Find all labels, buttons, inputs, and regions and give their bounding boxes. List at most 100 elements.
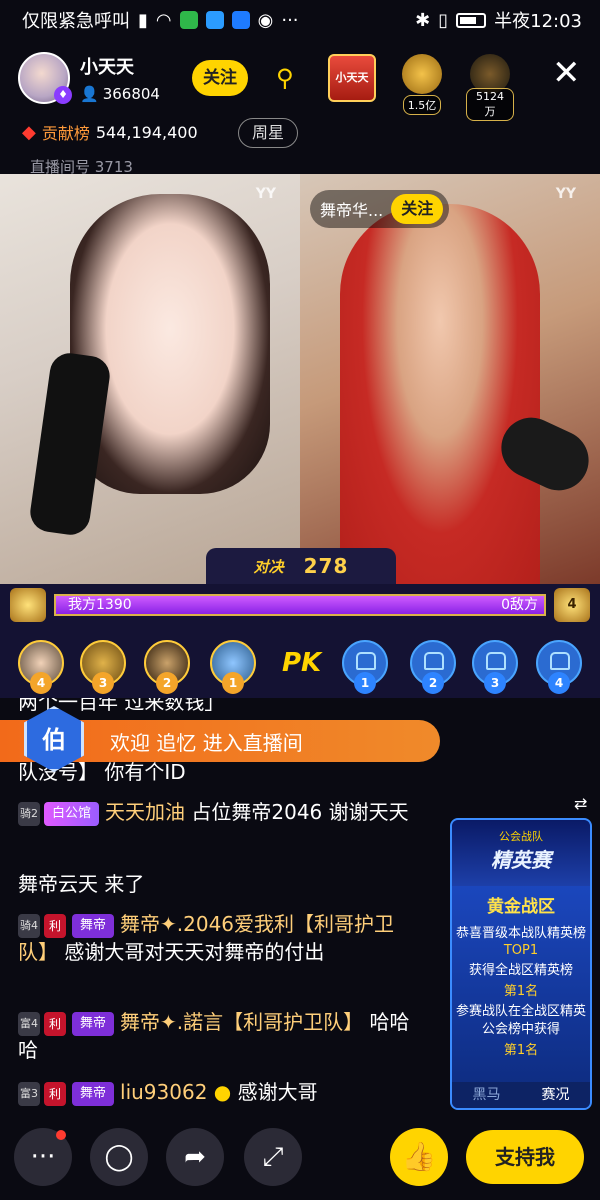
notification-icon: ◉ — [257, 9, 274, 31]
promo-tab-darkhorse[interactable]: 黑马 — [452, 1082, 521, 1108]
status-left: 仅限紧急呼叫 ▮ ◠ ◉ ··· — [22, 7, 299, 33]
enemy-seat-2[interactable]: 2 — [410, 640, 456, 694]
support-button[interactable]: 支持我 — [466, 1130, 584, 1184]
signal-icon: ▮ — [138, 9, 148, 31]
bluetooth-icon: ✱ — [415, 9, 431, 31]
bottom-bar: ··· ◯ ➦ ⤢ 👍 支持我 — [0, 1124, 600, 1190]
empty-seat-icon — [486, 652, 506, 670]
diamond-icon: ◆ — [22, 121, 36, 143]
share-button[interactable]: ➦ — [166, 1128, 224, 1186]
watermark-left: YY — [255, 186, 276, 202]
promo-line-1: 恭喜晋级本战队精英榜 — [455, 926, 586, 941]
elite-contest-card[interactable]: 公会战队 精英赛 黄金战区 恭喜晋级本战队精英榜 TOP1 获得全战区精英榜 第… — [450, 818, 592, 1110]
microphone — [27, 350, 113, 538]
contribution-rank[interactable]: ◆ 贡献榜 544,194,400 — [22, 120, 198, 144]
fan-club-tag: 舞帝 — [72, 913, 115, 938]
fan-club-tag: 舞帝 — [72, 1011, 115, 1036]
clock: 半夜12:03 — [494, 11, 582, 32]
battery-icon — [456, 12, 487, 28]
chat-message: 两个一百年 过来数钱」 — [18, 698, 225, 714]
host-avatar[interactable]: ♦ — [18, 52, 72, 104]
our-seat-1[interactable]: 4 — [18, 640, 64, 694]
fan-club-tag: 舞帝 — [72, 1081, 115, 1106]
wifi-icon: ◠ — [155, 9, 172, 31]
enemy-seat-3[interactable]: 3 — [472, 640, 518, 694]
host-fans: 👤 366804 — [80, 85, 160, 103]
empty-seat-icon — [550, 652, 570, 670]
thumbs-up-icon: 👍 — [401, 1140, 437, 1173]
promo-gold-3: 第1名 — [503, 1043, 539, 1058]
host-medal[interactable]: 小天天 — [328, 54, 376, 102]
fullscreen-button[interactable]: ⤢ — [244, 1128, 302, 1186]
top-gift-2-label: 5124万 — [466, 88, 514, 121]
host-name: 小天天 — [80, 57, 134, 78]
chat-button[interactable]: ◯ — [90, 1128, 148, 1186]
chat-bubble-icon: ◯ — [104, 1142, 134, 1172]
link-mic-icon[interactable]: ⚲ — [276, 64, 312, 94]
our-seat-3[interactable]: 2 — [144, 640, 190, 694]
their-score: 0敌方 — [501, 597, 538, 613]
host-video[interactable]: YY — [0, 174, 300, 584]
empty-seat-icon — [356, 652, 376, 670]
enemy-seat-1[interactable]: 1 — [342, 640, 388, 694]
enemy-team-emblem-icon: 4 — [554, 588, 590, 622]
chat-nick[interactable]: 舞帝✦.諾言【利哥护卫队】 — [120, 1010, 363, 1034]
rank-label: 贡献榜 — [41, 124, 90, 143]
chat-nick[interactable]: 天天加油 — [105, 800, 185, 824]
host-card[interactable]: ♦ 小天天 👤 366804 — [18, 52, 160, 104]
person-icon: 👤 — [80, 85, 99, 103]
level-badge: 富4 — [18, 1011, 40, 1036]
promo-gold-2: 第1名 — [503, 984, 539, 999]
promo-line-3: 参赛战队在全战区精英公会榜中获得 — [455, 1004, 586, 1037]
wechat-icon — [179, 11, 198, 29]
guest-video[interactable]: YY — [300, 174, 600, 584]
follow-button[interactable]: 关注 — [192, 60, 248, 96]
week-star-button[interactable]: 周星 — [238, 118, 298, 148]
our-seat-4[interactable]: 1 — [210, 640, 256, 694]
expand-icon: ⤢ — [262, 1142, 284, 1172]
pk-panel: 我方1390 0敌方 4 4 3 2 1 PK 1 2 3 4 — [0, 584, 600, 698]
fire-badge-icon: 利 — [44, 1011, 66, 1036]
guest-follow-button[interactable]: 关注 — [391, 194, 444, 224]
status-right: ✱ ▯ 半夜12:03 — [415, 7, 582, 33]
our-seat-2[interactable]: 3 — [80, 640, 126, 694]
gold-crown-icon — [402, 54, 442, 94]
promo-header: 公会战队 精英赛 — [452, 820, 590, 886]
fire-badge-icon: 利 — [44, 913, 66, 938]
verified-badge-icon: ♦ — [54, 86, 72, 104]
pk-logo: 对决 — [253, 557, 284, 576]
promo-zone: 黄金战区 — [487, 897, 555, 917]
empty-seat-icon — [424, 652, 444, 670]
shuffle-icon[interactable]: ⇄ — [574, 794, 587, 813]
level-badge: 富3 — [18, 1081, 40, 1106]
notification-dot — [56, 1130, 66, 1140]
fire-badge-icon: 利 — [44, 1081, 66, 1106]
top-gift-2[interactable]: 5124万 — [466, 54, 514, 121]
promo-line-2: 获得全战区精英榜 — [468, 963, 573, 978]
chat-message: 富3 利舞帝 liu93062 ● 感谢大哥 — [18, 1080, 318, 1106]
pk-timer: 对决 278 — [206, 548, 396, 584]
guest-pill[interactable]: 舞帝华... 关注 — [310, 190, 450, 228]
our-team-emblem-icon — [10, 588, 46, 622]
welcome-text: 欢迎 追忆 进入直播间 — [110, 730, 303, 755]
chat-message: 骑4 利舞帝 舞帝✦.2046爱我利【利哥护卫队】 感谢大哥对天天对舞帝的付出 — [18, 912, 395, 964]
like-button[interactable]: 👍 — [390, 1128, 448, 1186]
app-icon-2 — [231, 11, 250, 29]
level-badge: 骑4 — [18, 913, 40, 938]
promo-top: 公会战队 — [499, 830, 543, 843]
more-button[interactable]: ··· — [14, 1128, 72, 1186]
our-score: 我方1390 — [68, 597, 132, 613]
top-gift-1[interactable]: 1.5亿 — [398, 54, 446, 115]
watermark-right: YY — [555, 186, 576, 202]
more-icon: ··· — [30, 1142, 56, 1172]
chat-nick[interactable]: liu93062 — [120, 1080, 207, 1104]
rank-value: 544,194,400 — [95, 122, 198, 142]
enemy-seat-4[interactable]: 4 — [536, 640, 582, 694]
close-icon[interactable]: ✕ — [552, 56, 581, 90]
guest-figure — [340, 204, 540, 584]
host-info: 小天天 👤 366804 — [80, 53, 160, 103]
fans-count: 366804 — [102, 85, 160, 103]
promo-tab-status[interactable]: 赛况 — [521, 1082, 590, 1108]
share-icon: ➦ — [184, 1142, 206, 1172]
guest-name: 舞帝华... — [320, 201, 384, 220]
